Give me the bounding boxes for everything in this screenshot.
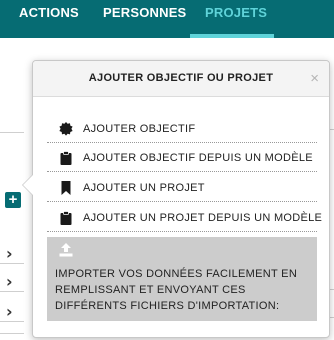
list-row: › [0,300,24,322]
active-tab-indicator [190,34,274,38]
menu-item-add-project[interactable]: AJOUTER UN PROJET [47,175,317,202]
menu-item-add-project-from-template[interactable]: AJOUTER UN PROJET DEPUIS UN MODÈLE [47,205,322,232]
menu-item-label: AJOUTER UN PROJET DEPUIS UN MODÈLE [83,212,323,224]
import-data-section[interactable]: IMPORTER VOS DONNÉES FACILEMENT EN REMPL… [47,237,317,321]
badge-icon [59,122,73,136]
popover-header: AJOUTER OBJECTIF OU PROJET × [33,61,329,97]
popover-title: AJOUTER OBJECTIF OU PROJET [88,72,274,84]
bookmark-icon [61,181,71,195]
menu-item-label: AJOUTER UN PROJET [83,182,205,194]
list-row: › [0,270,24,292]
chevron-right-icon[interactable]: › [6,302,13,321]
clipboard-icon [60,151,72,165]
menu-item-label: AJOUTER OBJECTIF [83,123,196,135]
import-description: IMPORTER VOS DONNÉES FACILEMENT EN REMPL… [55,268,298,312]
tab-personnes[interactable]: PERSONNES [103,5,186,20]
chevron-right-icon[interactable]: › [6,272,13,291]
menu-item-label: AJOUTER OBJECTIF DEPUIS UN MODÈLE [83,152,313,164]
upload-icon [59,243,73,257]
tab-projets[interactable]: PROJETS [205,5,267,20]
chevron-right-icon[interactable]: › [6,244,13,263]
divider [0,132,24,133]
close-icon[interactable]: × [310,70,319,87]
menu-item-add-objective-from-template[interactable]: AJOUTER OBJECTIF DEPUIS UN MODÈLE [47,145,317,172]
list-row: › [0,242,24,264]
add-objective-or-project-popover: AJOUTER OBJECTIF OU PROJET × AJOUTER OBJ… [22,60,330,338]
clipboard-icon [60,211,72,225]
add-button[interactable]: + [5,192,21,208]
tab-actions[interactable]: ACTIONS [19,5,79,20]
popover-arrow-fill [23,175,33,195]
divider [0,333,24,334]
menu-item-add-objective[interactable]: AJOUTER OBJECTIF [47,116,317,143]
top-navigation: ACTIONS PERSONNES PROJETS [0,0,334,38]
